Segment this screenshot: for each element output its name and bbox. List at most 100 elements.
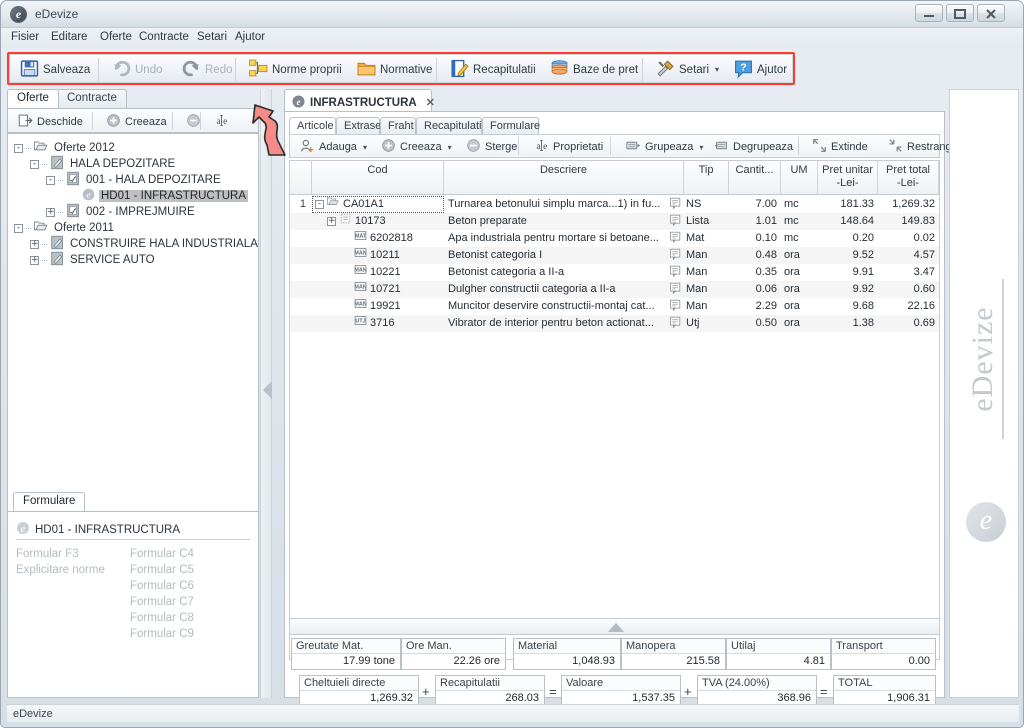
chevron-down-icon[interactable]: ▾ xyxy=(363,143,367,152)
expand-up-arrow-icon[interactable] xyxy=(608,623,624,632)
articles-grid[interactable]: Cod Descriere Tip Cantit... UM Pret unitar -Le… xyxy=(289,160,940,660)
grid-column-header[interactable]: Tip xyxy=(684,161,729,195)
formulare-link[interactable]: Formular C8 xyxy=(130,612,194,624)
formulare-link[interactable]: Formular C7 xyxy=(130,596,194,608)
collapse-node-icon[interactable]: - xyxy=(14,143,23,153)
menu-editare[interactable]: Editare xyxy=(49,31,89,46)
grid-cell-cod[interactable]: MAT 6202818 xyxy=(312,230,444,247)
grid-row[interactable]: MAN 10211 Betonist categoria I Man 0.48 ora 9.… xyxy=(290,247,939,264)
formulare-link[interactable]: Explicitare norme xyxy=(16,564,105,576)
collapse-row-icon[interactable]: - xyxy=(315,200,324,209)
grid-adauga-button[interactable]: Adauga ▾ xyxy=(294,136,373,158)
expand-node-icon[interactable]: + xyxy=(30,255,39,265)
expand-node-icon[interactable]: + xyxy=(46,207,55,217)
formulare-link[interactable]: Formular C6 xyxy=(130,580,194,592)
menu-oferte[interactable]: Oferte xyxy=(98,31,134,46)
subtab-fraht[interactable]: Fraht xyxy=(380,117,416,135)
grid-column-header[interactable]: Descriere xyxy=(444,161,684,195)
collapse-node-icon[interactable]: - xyxy=(46,175,55,185)
note-icon[interactable] xyxy=(669,247,684,264)
subtab-formulare[interactable]: Formulare xyxy=(482,117,540,135)
menu-setari[interactable]: Setari xyxy=(195,31,229,46)
menu-ajutor[interactable]: Ajutor xyxy=(233,31,267,46)
grid-column-header[interactable]: UM xyxy=(781,161,818,195)
formulare-link[interactable]: Formular F3 xyxy=(16,548,79,560)
grid-row[interactable]: MAT 6202818 Apa industriala pentru mortare… xyxy=(290,230,939,247)
svg-text:MAN: MAN xyxy=(354,268,366,274)
grid-column-header[interactable]: Cod xyxy=(312,161,444,195)
expand-node-icon[interactable]: + xyxy=(30,239,39,249)
tab-oferte[interactable]: Oferte xyxy=(7,89,59,108)
folder-open-icon xyxy=(33,139,49,157)
collapse-node-icon[interactable]: - xyxy=(30,159,39,169)
grid-row[interactable]: MAN 10721 Dulgher constructii categoria a … xyxy=(290,281,939,298)
grid-toolbar-button-label: Adauga xyxy=(319,141,357,153)
chevron-down-icon[interactable]: ▾ xyxy=(448,143,452,152)
subtab-articole[interactable]: Articole xyxy=(289,117,336,135)
close-icon[interactable]: ✕ xyxy=(426,96,435,109)
tree-node[interactable]: e HD01 - INFRASTRUCTURA xyxy=(62,188,249,204)
note-icon[interactable] xyxy=(669,196,684,213)
note-icon[interactable] xyxy=(669,281,684,298)
left-toolbar-deschide-button[interactable]: Deschide xyxy=(12,110,89,133)
document-tab[interactable]: e INFRASTRUCTURA ✕ xyxy=(284,89,435,112)
left-toolbar-minus-circle-button[interactable] xyxy=(180,110,207,133)
tree-node[interactable]: - HALA DEPOZITARE xyxy=(30,155,177,172)
note-icon[interactable] xyxy=(669,298,684,315)
grid-row[interactable]: 1- CA01A1 Turnarea betonului simplu marca.… xyxy=(290,196,939,213)
menu-fisier[interactable]: Fisier xyxy=(9,31,41,46)
tab-contracte[interactable]: Contracte xyxy=(57,89,127,108)
grid-cell-cod[interactable]: UTJ 3716 xyxy=(312,315,444,332)
grid-cell-cod[interactable]: MAN 10211 xyxy=(312,247,444,264)
expand-row-icon[interactable]: + xyxy=(327,217,336,226)
grid-proprietati-button[interactable]: a e Proprietati xyxy=(528,136,609,158)
close-button[interactable] xyxy=(977,4,1005,22)
summary-caption: Ore Man. xyxy=(402,639,505,654)
bottom-expander-bar[interactable] xyxy=(289,618,940,635)
grid-row[interactable]: +10173 Beton preparate Lista 1.01 mc 148.64 14… xyxy=(290,213,939,230)
grid-column-header[interactable]: Pret unitar -Lei- xyxy=(818,161,878,195)
grid-row[interactable]: MAN 19921 Muncitor deservire constructii-m… xyxy=(290,298,939,315)
summary-box: Valoare 1,537.35 xyxy=(561,675,681,707)
subtab-recapitulatii[interactable]: Recapitulatii xyxy=(416,117,484,135)
grid-cell-cod[interactable]: - CA01A1 xyxy=(312,196,444,213)
grid-cell-cod[interactable]: MAN 10221 xyxy=(312,264,444,281)
left-toolbar-button-label: Creeaza xyxy=(125,115,167,128)
minimize-button[interactable] xyxy=(915,4,943,22)
formulare-link[interactable]: Formular C9 xyxy=(130,628,194,640)
collapse-node-icon[interactable]: - xyxy=(14,223,23,233)
note-icon[interactable] xyxy=(669,264,684,281)
chevron-down-icon[interactable]: ▾ xyxy=(699,143,703,152)
subtab-extrase[interactable]: Extrase xyxy=(336,117,381,135)
tree-node[interactable]: - Oferte 2011 xyxy=(14,220,116,236)
note-icon[interactable] xyxy=(669,213,684,230)
formulare-link[interactable]: Formular C4 xyxy=(130,548,194,560)
note-icon[interactable] xyxy=(669,230,684,247)
tree-node[interactable]: +002 - IMPREJMUIRE xyxy=(46,203,197,220)
svg-text:a: a xyxy=(217,115,221,125)
tree-node[interactable]: - 001 - HALA DEPOZITARE xyxy=(46,171,223,188)
tree-node[interactable]: + CONSTRUIRE HALA INDUSTRIALA xyxy=(30,235,258,252)
maximize-button[interactable] xyxy=(946,4,974,22)
grid-column-header[interactable]: Pret total -Lei- xyxy=(878,161,939,195)
tab-formulare[interactable]: Formulare xyxy=(13,492,86,511)
tree-node[interactable]: - Oferte 2012 xyxy=(14,140,117,156)
grid-cell-cod[interactable]: MAN 19921 xyxy=(312,298,444,315)
grid-sterge-button[interactable]: Sterge xyxy=(460,136,523,158)
grid-cell-cod[interactable]: +10173 xyxy=(312,213,444,230)
note-icon[interactable] xyxy=(669,315,684,332)
grid-row[interactable]: UTJ 3716 Vibrator de interior pentru beton… xyxy=(290,315,939,332)
menu-contracte[interactable]: Contracte xyxy=(137,31,191,46)
tree-node[interactable]: + SERVICE AUTO xyxy=(30,251,157,268)
grid-grupeaza-button[interactable]: Grupeaza ▾ xyxy=(620,136,709,158)
collapse-left-arrow-icon[interactable] xyxy=(263,381,272,399)
grid-extinde-button[interactable]: Extinde xyxy=(806,136,874,158)
left-toolbar-creeaza-button[interactable]: Creeaza xyxy=(100,110,173,133)
grid-creeaza-button[interactable]: Creeaza ▾ xyxy=(375,136,458,158)
grid-column-header[interactable]: Cantit... xyxy=(729,161,781,195)
panel-splitter[interactable] xyxy=(260,89,272,698)
grid-cell-cod[interactable]: MAN 10721 xyxy=(312,281,444,298)
formulare-link[interactable]: Formular C5 xyxy=(130,564,194,576)
grid-row[interactable]: MAN 10221 Betonist categoria a II-a Man 0.35… xyxy=(290,264,939,281)
grid-degrupeaza-button[interactable]: Degrupeaza xyxy=(708,136,799,158)
